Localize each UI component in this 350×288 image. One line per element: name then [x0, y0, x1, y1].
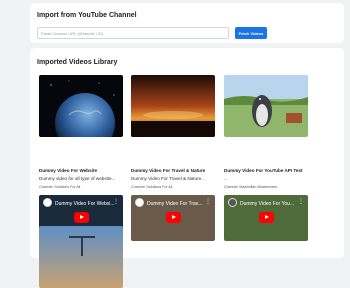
library-card: Imported Videos Library Dummy Video For …: [30, 48, 344, 288]
player-title: Dummy Video For Websi...: [55, 201, 115, 207]
more-options-icon[interactable]: ⋮: [205, 199, 211, 205]
video-channel: Channel: Solutions For All: [131, 185, 173, 189]
import-card: Import from YouTube Channel Fetch Videos: [30, 3, 344, 43]
earth-thumbnail[interactable]: [39, 75, 123, 137]
video-description: Dummy video for all type of website...: [39, 176, 116, 181]
landscape-thumbnail[interactable]: [39, 226, 123, 288]
video-description: Dummy Video For Travel & Nature...: [131, 176, 205, 181]
play-icon[interactable]: [259, 212, 274, 223]
channel-url-input[interactable]: [37, 27, 229, 39]
video-title[interactable]: Dummy Video For Website: [39, 168, 97, 173]
embedded-player[interactable]: Dummy Video For Trav... ⋮: [131, 195, 215, 241]
channel-avatar-icon: [228, 198, 237, 207]
play-icon[interactable]: [74, 212, 89, 223]
fetch-videos-button[interactable]: Fetch Videos: [235, 27, 267, 39]
library-title: Imported Videos Library: [37, 59, 118, 66]
import-title: Import from YouTube Channel: [37, 12, 137, 19]
channel-avatar-icon: [43, 198, 52, 207]
embedded-player[interactable]: Dummy Video For You... ⋮: [224, 195, 308, 241]
more-options-icon[interactable]: ⋮: [113, 199, 119, 205]
player-title: Dummy Video For Trav...: [147, 201, 203, 207]
player-title: Dummy Video For You...: [240, 201, 295, 207]
video-channel: Channel: Maximilian Mustermann: [224, 185, 278, 189]
video-title[interactable]: Dummy Video For Travel & Nature: [131, 168, 205, 173]
penguin-thumbnail[interactable]: [224, 75, 308, 137]
video-channel: Channel: Solutions For All: [39, 185, 81, 189]
more-options-icon[interactable]: ⋮: [298, 199, 304, 205]
video-description: ...: [224, 176, 228, 181]
sunset-thumbnail[interactable]: [131, 75, 215, 137]
play-icon[interactable]: [166, 212, 181, 223]
channel-avatar-icon: [135, 198, 144, 207]
video-title[interactable]: Dummy Video For YouTube API Test: [224, 168, 303, 173]
